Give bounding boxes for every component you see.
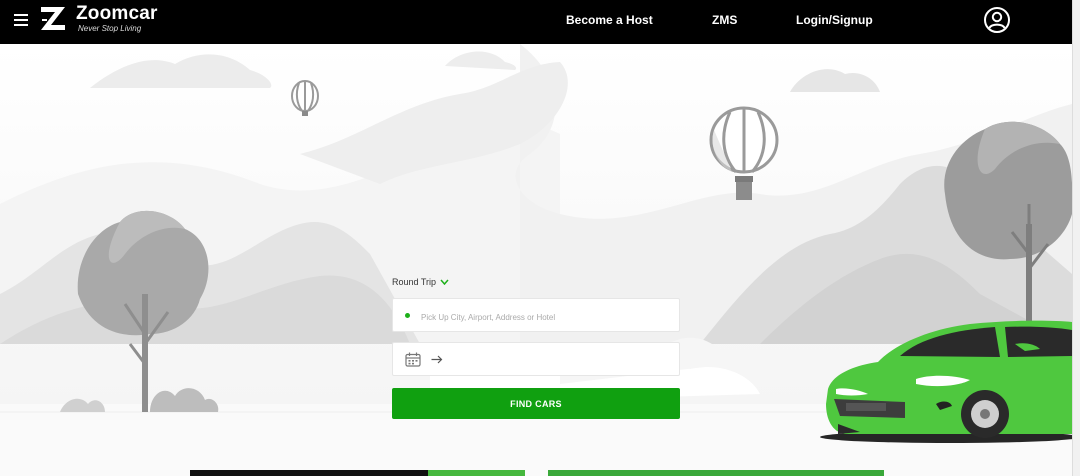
calendar-icon[interactable]	[405, 352, 421, 367]
user-account-icon[interactable]	[983, 6, 1011, 34]
zoomcar-logo[interactable]: Zoomcar Never Stop Living	[38, 3, 158, 33]
page-scrollbar[interactable]	[1072, 0, 1080, 476]
promo-card-green-right[interactable]	[548, 470, 884, 476]
promo-card-green-left[interactable]	[428, 470, 525, 476]
promo-card-dark-left[interactable]	[190, 470, 428, 476]
trip-type-label: Round Trip	[392, 277, 437, 287]
become-a-host-link[interactable]: Become a Host	[566, 13, 653, 27]
chevron-down-icon	[440, 279, 449, 285]
hamburger-menu-icon[interactable]	[14, 14, 28, 26]
login-signup-link[interactable]: Login/Signup	[796, 13, 873, 27]
find-cars-button[interactable]: FIND CARS	[392, 388, 680, 419]
pickup-location-input[interactable]	[419, 307, 673, 327]
trip-dates-field[interactable]	[392, 342, 680, 376]
arrow-right-icon	[431, 355, 443, 364]
hero-section: Round Trip FIND CARS	[0, 44, 1072, 476]
brand-name: Zoomcar	[76, 2, 158, 24]
pickup-location-field[interactable]	[392, 298, 680, 332]
brand-tagline: Never Stop Living	[78, 23, 142, 33]
location-dot-icon	[405, 313, 410, 318]
trip-type-dropdown[interactable]: Round Trip	[392, 277, 449, 287]
zoomcar-z-logo-icon	[41, 7, 65, 30]
top-navigation-bar: Zoomcar Never Stop Living Become a Host …	[0, 0, 1072, 44]
zms-link[interactable]: ZMS	[712, 13, 737, 27]
